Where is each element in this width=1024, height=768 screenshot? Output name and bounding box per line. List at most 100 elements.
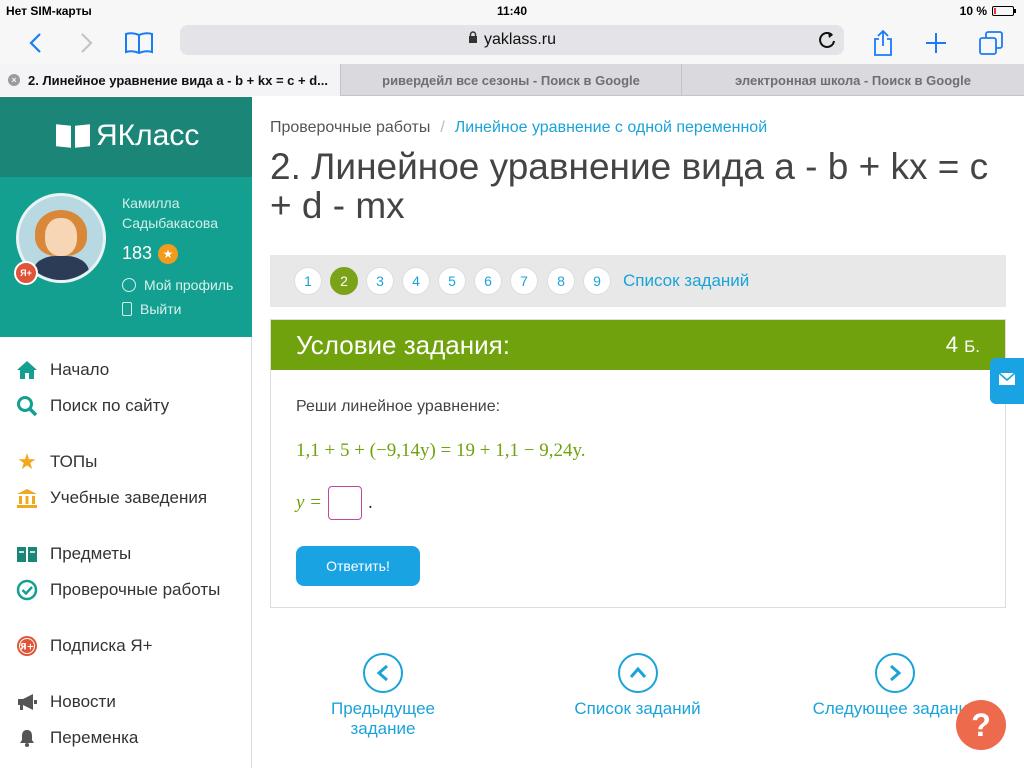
sidebar-item-label: Новости [50, 692, 116, 711]
page-number[interactable]: 3 [366, 267, 394, 295]
sidebar-item-subscription[interactable]: Я+ Подписка Я+ [16, 635, 153, 657]
status-bar: Нет SIM-карты 11:40 10 % [0, 0, 1024, 22]
user-first-name: Камилла [122, 195, 180, 211]
new-tab-icon[interactable] [919, 26, 953, 60]
clock: 11:40 [496, 4, 528, 18]
sidebar-item-label: Начало [50, 360, 110, 379]
page-title: 2. Линейное уравнение вида a - b + kx = … [270, 146, 989, 226]
close-icon[interactable]: × [8, 74, 20, 86]
page-number[interactable]: 5 [438, 267, 466, 295]
help-question-icon[interactable]: ? [956, 700, 1006, 750]
my-profile-label: Мой профиль [144, 277, 234, 293]
back-icon[interactable] [18, 26, 52, 60]
task-header: Условие задания: 4 Б. [271, 320, 1005, 370]
sidebar-item-label: ТОПы [50, 452, 98, 471]
logout-label: Выйти [140, 301, 182, 317]
next-task-label: Следующее задание [812, 699, 978, 718]
submit-answer-button[interactable]: Ответить! [296, 546, 420, 586]
page-number[interactable]: 7 [510, 267, 538, 295]
breadcrumb-item-tests[interactable]: Проверочные работы [270, 119, 430, 136]
task-navigation: Предыдущее задание Список заданий Следую… [270, 653, 1006, 738]
page-number[interactable]: 4 [402, 267, 430, 295]
logo-text: ЯКласс [96, 119, 200, 152]
tabs-overview-icon[interactable] [974, 26, 1008, 60]
sidebar-item-label: Учебные заведения [50, 488, 208, 507]
tab-title: ривердейл все сезоны - Поиск в Google [382, 72, 640, 88]
answer-suffix: . [368, 492, 373, 513]
forward-icon[interactable] [70, 26, 104, 60]
tab-yaklass[interactable]: × 2. Линейное уравнение вида a - b + kx … [0, 64, 341, 96]
sidebar-item-news[interactable]: Новости [16, 691, 116, 713]
prev-task-label: Предыдущее задание [330, 699, 436, 738]
address-bar[interactable]: yaklass.ru [180, 25, 844, 55]
sidebar-item-tops[interactable]: ★ ТОПы [16, 449, 98, 474]
browser-toolbar: yaklass.ru [0, 22, 1024, 64]
sidebar-item-subjects[interactable]: Предметы [16, 543, 131, 565]
next-task-link[interactable]: Следующее задание [810, 653, 980, 719]
breadcrumb-item-topic[interactable]: Линейное уравнение с одной переменной [455, 119, 767, 136]
reload-icon[interactable] [816, 29, 838, 51]
sidebar-item-search[interactable]: Поиск по сайту [16, 395, 169, 417]
share-icon[interactable] [866, 26, 900, 60]
battery-indicator: 10 % [959, 4, 1016, 18]
chevron-left-icon [363, 653, 403, 693]
sidebar: ЯКласс Я+ Камилла Садыбакасова 183 ★ Мой… [0, 97, 252, 768]
page-number[interactable]: 8 [547, 267, 575, 295]
task-points: 4 Б. [946, 332, 980, 358]
sidebar-item-schools[interactable]: Учебные заведения [16, 487, 207, 509]
user-name: Камилла Садыбакасова [122, 193, 218, 233]
task-equation: 1,1 + 5 + (−9,14y) = 19 + 1,1 − 9,24y. [296, 440, 586, 461]
check-circle-icon [16, 579, 38, 601]
my-profile-link[interactable]: Мой профиль [122, 277, 233, 293]
answer-input[interactable] [328, 486, 363, 520]
sidebar-item-home[interactable]: Начало [16, 359, 109, 381]
sidebar-item-label: Поиск по сайту [50, 396, 170, 415]
premium-badge-icon: Я+ [14, 261, 38, 285]
door-icon [122, 302, 132, 316]
sidebar-item-break[interactable]: Переменка [16, 727, 138, 749]
institution-icon [16, 487, 38, 509]
search-icon [16, 395, 38, 417]
logo-bar: ЯКласс [0, 97, 252, 177]
tab-title: электронная школа - Поиск в Google [735, 72, 971, 88]
page-number[interactable]: 1 [294, 267, 322, 295]
page-number-current[interactable]: 2 [330, 267, 358, 295]
task-question: Реши линейное уравнение: [296, 398, 501, 415]
lock-icon [468, 31, 478, 49]
bell-icon [16, 727, 38, 749]
page-number[interactable]: 6 [474, 267, 502, 295]
tab-riverdale-search[interactable]: ривердейл все сезоны - Поиск в Google [341, 64, 682, 96]
page-number[interactable]: 9 [583, 267, 611, 295]
feedback-mail-button[interactable] [990, 358, 1024, 404]
user-last-name: Садыбакасова [122, 215, 218, 231]
premium-badge-icon: Я+ [16, 635, 38, 657]
site-logo[interactable]: ЯКласс [56, 119, 199, 153]
task-list-bottom-link[interactable]: Список заданий [560, 653, 715, 719]
mail-icon [998, 371, 1016, 391]
task-pager: 1 2 3 4 5 6 7 8 9 Список заданий [270, 255, 1006, 307]
prev-task-link[interactable]: Предыдущее задание [298, 653, 468, 739]
logout-link[interactable]: Выйти [122, 301, 181, 317]
task-list-link[interactable]: Список заданий [623, 271, 749, 291]
points-value: 183 [122, 243, 153, 263]
chevron-right-icon [875, 653, 915, 693]
user-points: 183 ★ [122, 243, 179, 264]
books-icon [16, 543, 38, 565]
tab-strip: × 2. Линейное уравнение вида a - b + kx … [0, 64, 1024, 96]
star-icon: ★ [17, 449, 37, 474]
task-card: Условие задания: 4 Б. Реши линейное урав… [270, 319, 1006, 608]
star-icon: ★ [158, 243, 179, 264]
task-header-title: Условие задания: [296, 330, 510, 360]
answer-label: y = [296, 492, 323, 513]
tab-school-search[interactable]: электронная школа - Поиск в Google [682, 64, 1024, 96]
url-text: yaklass.ru [483, 31, 557, 48]
bookmarks-icon[interactable] [122, 26, 156, 60]
user-profile-panel: Я+ Камилла Садыбакасова 183 ★ Мой профил… [0, 177, 252, 337]
battery-percent: 10 % [959, 4, 987, 18]
sidebar-item-tests[interactable]: Проверочные работы [16, 579, 220, 601]
home-icon [16, 359, 38, 381]
task-points-value: 4 [945, 332, 958, 357]
answer-row: y = . [296, 486, 373, 520]
task-list-bottom-label: Список заданий [574, 699, 701, 718]
chevron-up-icon [617, 653, 658, 693]
